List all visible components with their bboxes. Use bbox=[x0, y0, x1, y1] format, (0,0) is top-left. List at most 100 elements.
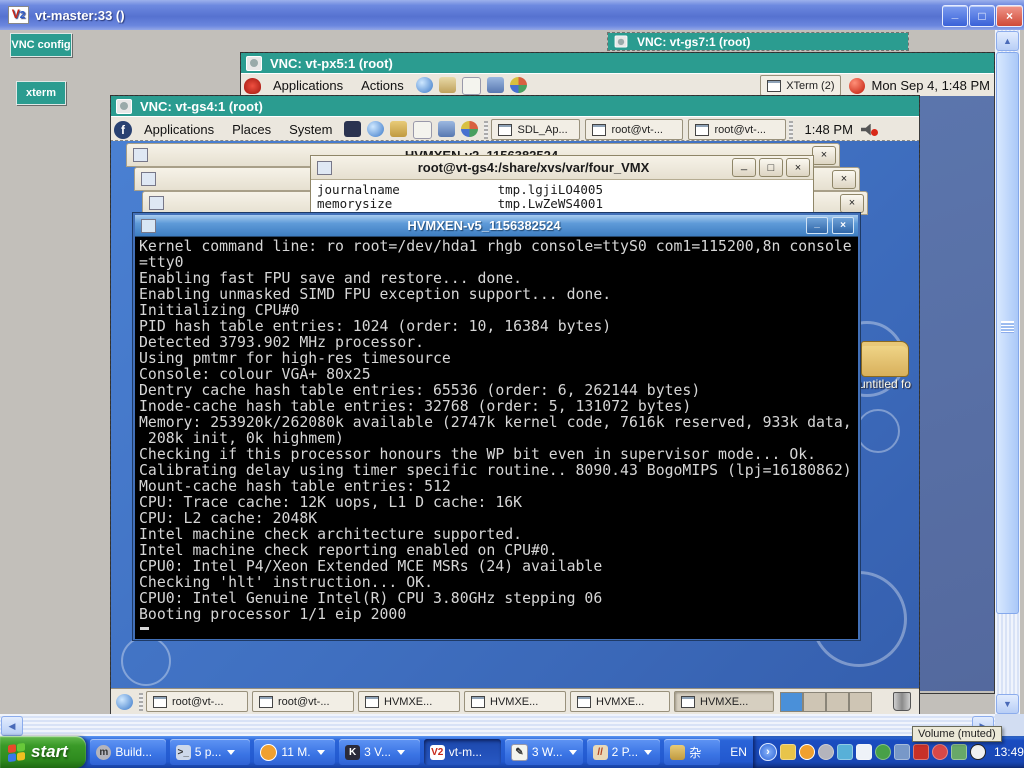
close-button[interactable]: × bbox=[832, 217, 854, 234]
tray-clock: 13:49 bbox=[994, 745, 1024, 759]
scroll-left-button[interactable]: ◀ bbox=[1, 716, 23, 736]
timer-icon[interactable] bbox=[970, 744, 986, 760]
gs4-menu-system[interactable]: System bbox=[280, 122, 341, 137]
language-indicator[interactable]: EN bbox=[730, 745, 747, 759]
display-icon[interactable] bbox=[894, 744, 910, 760]
gs4-menu-places[interactable]: Places bbox=[223, 122, 280, 137]
alert-notification-icon[interactable] bbox=[849, 78, 865, 94]
taskbtn-label: root@vt-... bbox=[172, 696, 224, 708]
antivirus-icon[interactable] bbox=[913, 744, 929, 760]
taskbtn-root1[interactable]: root@vt-... bbox=[146, 691, 248, 712]
px5-menu-actions[interactable]: Actions bbox=[352, 78, 413, 93]
minimize-button[interactable]: _ bbox=[942, 5, 968, 27]
close-button[interactable]: × bbox=[840, 194, 864, 213]
messenger-icon[interactable] bbox=[837, 744, 853, 760]
browser-icon[interactable] bbox=[367, 121, 384, 137]
px5-menu-applications[interactable]: Applications bbox=[264, 78, 352, 93]
taskbtn-hvmxe4-active[interactable]: HVMXE... bbox=[674, 691, 774, 712]
files-icon[interactable] bbox=[439, 77, 456, 93]
taskbar-item-label: 2 P... bbox=[612, 745, 638, 759]
terminal-line: Kernel command line: ro root=/dev/hda1 r… bbox=[139, 239, 858, 255]
tray-icons bbox=[780, 744, 986, 760]
gs4-task-sdl[interactable]: SDL_Ap... bbox=[491, 119, 580, 140]
gs4-task-root1[interactable]: root@vt-... bbox=[585, 119, 683, 140]
close-button[interactable]: × bbox=[996, 5, 1023, 27]
chat-icon[interactable] bbox=[856, 744, 872, 760]
xterm-button[interactable]: xterm bbox=[16, 81, 66, 105]
screenshot-icon[interactable] bbox=[438, 121, 455, 137]
scroll-down-button[interactable]: ▼ bbox=[996, 694, 1019, 714]
impress-icon[interactable] bbox=[461, 121, 478, 137]
panel-handle[interactable] bbox=[139, 693, 143, 711]
taskbar-item-vt-master[interactable]: V2vt-m... bbox=[424, 739, 501, 765]
hvmxen-v5-titlebar[interactable]: HVMXEN-v5_1156382524 _ × bbox=[135, 215, 858, 237]
taskbtn-hvmxe2[interactable]: HVMXE... bbox=[464, 691, 566, 712]
maximize-button[interactable]: □ bbox=[969, 5, 995, 27]
workspace-3[interactable] bbox=[826, 692, 849, 712]
taskbar-item-folder[interactable]: 杂 bbox=[664, 739, 720, 765]
window-titlebar[interactable]: V2 vt-master:33 () bbox=[0, 0, 1024, 30]
taskbar-item-build[interactable]: mBuild... bbox=[90, 739, 165, 765]
update-icon[interactable] bbox=[951, 744, 967, 760]
px5-task-xterm[interactable]: XTerm (2) bbox=[760, 75, 841, 96]
window-mini-icon bbox=[695, 124, 709, 136]
taskbtn-hvmxe1[interactable]: HVMXE... bbox=[358, 691, 460, 712]
maximize-button[interactable]: □ bbox=[759, 158, 783, 177]
terminal-window-icon bbox=[149, 196, 164, 210]
taskbar-item-vnc-group[interactable]: K3 V... bbox=[339, 739, 420, 765]
writer-icon[interactable] bbox=[462, 77, 481, 95]
terminal-icon[interactable] bbox=[344, 121, 361, 137]
clock-icon[interactable] bbox=[799, 744, 815, 760]
scroll-up-button[interactable]: ▲ bbox=[996, 31, 1019, 51]
volume-applet-icon[interactable] bbox=[861, 123, 878, 136]
show-desktop-icon[interactable] bbox=[116, 694, 133, 710]
vnc-gs4-titlebar[interactable]: VNC: vt-gs4:1 (root) bbox=[111, 96, 919, 116]
mail-icon[interactable] bbox=[780, 744, 796, 760]
horizontal-scrollbar[interactable]: ◀ ▶ bbox=[0, 714, 995, 736]
vnc-gs7-titlebar[interactable]: VNC: vt-gs7:1 (root) bbox=[608, 33, 908, 50]
start-button[interactable]: start bbox=[0, 736, 86, 768]
email-icon[interactable] bbox=[390, 121, 407, 137]
taskbtn-hvmxe3[interactable]: HVMXE... bbox=[570, 691, 670, 712]
taskbar-item-notepad-group[interactable]: ✎3 W... bbox=[505, 739, 583, 765]
gs4-task-root2-label: root@vt-... bbox=[714, 124, 766, 136]
workspace-4[interactable] bbox=[849, 692, 872, 712]
gs4-task-root2[interactable]: root@vt-... bbox=[688, 119, 786, 140]
folder-icon bbox=[670, 745, 685, 760]
desktop-folder-icon[interactable]: untitled fo bbox=[853, 341, 917, 391]
workspace-switcher[interactable] bbox=[780, 692, 872, 712]
gs4-menu-applications[interactable]: Applications bbox=[135, 122, 223, 137]
impress-icon[interactable] bbox=[510, 77, 527, 93]
panel-handle[interactable] bbox=[484, 121, 488, 139]
mozilla-icon[interactable] bbox=[818, 744, 834, 760]
taskbar-item-paint-group[interactable]: //2 P... bbox=[587, 739, 661, 765]
close-button[interactable]: × bbox=[812, 146, 836, 165]
tray-chevron-icon[interactable]: › bbox=[759, 743, 777, 761]
network-icon[interactable] bbox=[875, 744, 891, 760]
screenshot-icon[interactable] bbox=[487, 77, 504, 93]
fedora-menu-icon[interactable]: f bbox=[114, 121, 132, 139]
vnc-px5-titlebar[interactable]: VNC: vt-px5:1 (root) bbox=[241, 53, 994, 73]
vertical-scrollbar[interactable]: ▲ ▼ bbox=[995, 30, 1020, 714]
writer-icon[interactable] bbox=[413, 121, 432, 139]
workspace-1[interactable] bbox=[780, 692, 803, 712]
workspace-2[interactable] bbox=[803, 692, 826, 712]
hvmxen-v5-terminal[interactable]: Kernel command line: ro root=/dev/hda1 r… bbox=[135, 237, 858, 639]
four-vmx-titlebar[interactable]: root@vt-gs4:/share/xvs/var/four_VMX _ □ … bbox=[311, 156, 813, 180]
taskbar-item-clock-group[interactable]: 11 M. bbox=[254, 739, 335, 765]
vnc-config-button[interactable]: VNC config bbox=[10, 33, 72, 57]
minimize-button[interactable]: _ bbox=[806, 217, 828, 234]
minimize-button[interactable]: _ bbox=[732, 158, 756, 177]
close-button[interactable]: × bbox=[832, 170, 856, 189]
browser-icon[interactable] bbox=[416, 77, 433, 93]
vnc-viewer-icon: V2 bbox=[430, 745, 445, 760]
taskbtn-root2[interactable]: root@vt-... bbox=[252, 691, 354, 712]
close-button[interactable]: × bbox=[786, 158, 810, 177]
minimize-icon: _ bbox=[952, 6, 959, 20]
trash-icon[interactable] bbox=[893, 692, 911, 711]
volume-muted-icon[interactable] bbox=[932, 744, 948, 760]
vertical-scroll-thumb[interactable] bbox=[996, 52, 1019, 614]
panel-handle[interactable] bbox=[789, 121, 793, 139]
taskbar-item-putty-group[interactable]: >_5 p... bbox=[170, 739, 251, 765]
redhat-menu-icon[interactable] bbox=[244, 78, 261, 94]
